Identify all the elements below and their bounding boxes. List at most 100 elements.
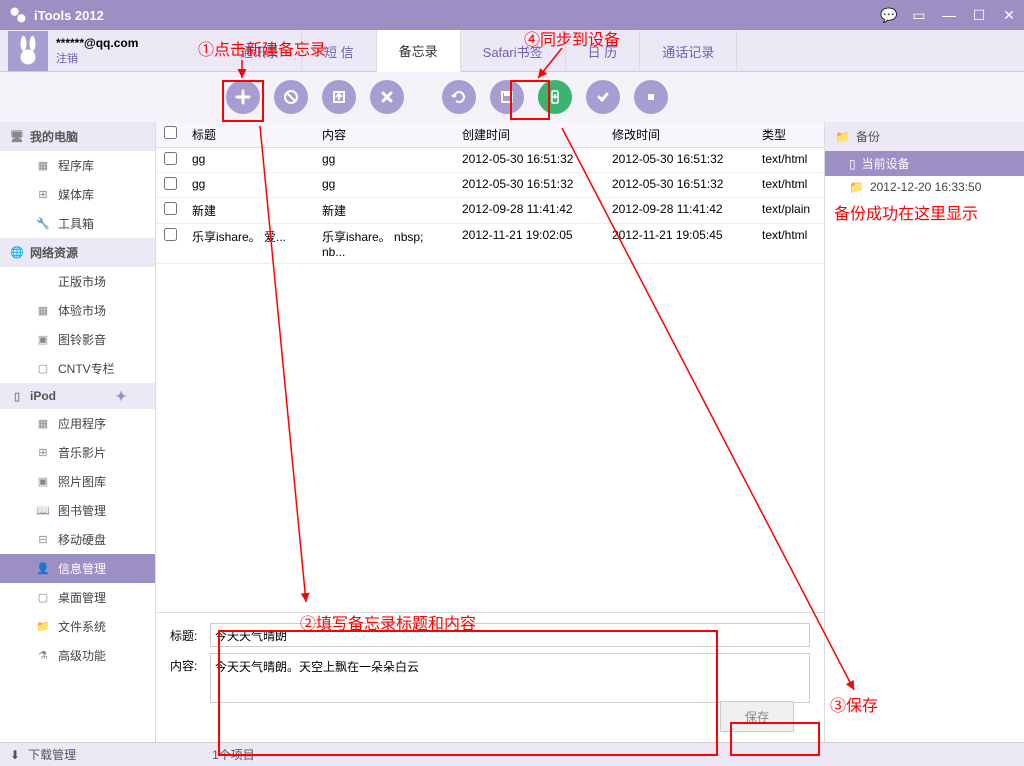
save-toolbar-button[interactable] <box>490 80 524 114</box>
row-checkbox[interactable] <box>164 228 177 241</box>
table-row[interactable]: 新建 新建 2012-09-28 11:41:42 2012-09-28 11:… <box>156 198 824 224</box>
sidebar-item-appstore[interactable]: 正版市场 <box>0 267 155 296</box>
wrench-icon: 🔧 <box>36 217 50 231</box>
sidebar-item-ringtones[interactable]: ▣图铃影音 <box>0 325 155 354</box>
sidebar: 🖥我的电脑 ▦程序库 ⊞媒体库 🔧工具箱 🌐网络资源 正版市场 ▦体验市场 ▣图… <box>0 122 156 742</box>
check-button[interactable] <box>586 80 620 114</box>
sidebar-item-files[interactable]: 📁文件系统 <box>0 612 155 641</box>
sidebar-item-media[interactable]: ⊞媒体库 <box>0 180 155 209</box>
save-button[interactable]: 保存 <box>720 701 794 732</box>
statusbar: ⬇ 下载管理 1个项目 <box>0 742 1024 766</box>
table-header: 标题 内容 创建时间 修改时间 类型 <box>156 122 824 148</box>
col-modified[interactable]: 修改时间 <box>604 122 754 147</box>
settings-icon[interactable]: ▭ <box>904 0 934 30</box>
row-checkbox[interactable] <box>164 202 177 215</box>
device-icon: ▯ <box>849 157 856 171</box>
col-checkbox[interactable] <box>156 122 184 147</box>
add-button[interactable] <box>226 80 260 114</box>
film-icon: ⊞ <box>36 446 50 460</box>
row-checkbox[interactable] <box>164 177 177 190</box>
tab-notes[interactable]: 备忘录 <box>377 30 461 72</box>
flask-icon: ⚗ <box>36 649 50 663</box>
col-created[interactable]: 创建时间 <box>454 122 604 147</box>
backup-panel: 📁备份 ▯当前设备 📁2012-12-20 16:33:50 <box>824 122 1024 742</box>
col-type[interactable]: 类型 <box>754 122 824 147</box>
grid-icon: ▦ <box>36 417 50 431</box>
desktop-icon: ▢ <box>36 591 50 605</box>
sidebar-item-programs[interactable]: ▦程序库 <box>0 151 155 180</box>
sidebar-item-desktop[interactable]: ▢桌面管理 <box>0 583 155 612</box>
maximize-button[interactable]: ☐ <box>964 0 994 30</box>
table-row[interactable]: gg gg 2012-05-30 16:51:32 2012-05-30 16:… <box>156 173 824 198</box>
sidebar-header-computer[interactable]: 🖥我的电脑 <box>0 122 155 151</box>
stop-button[interactable] <box>634 80 668 114</box>
sidebar-item-books[interactable]: 📖图书管理 <box>0 496 155 525</box>
content: 标题 内容 创建时间 修改时间 类型 gg gg 2012-05-30 16:5… <box>156 122 1024 742</box>
sidebar-item-trialstore[interactable]: ▦体验市场 <box>0 296 155 325</box>
tab-safari[interactable]: Safari书签 <box>461 30 566 72</box>
table-body: gg gg 2012-05-30 16:51:32 2012-05-30 16:… <box>156 148 824 264</box>
apple-icon <box>36 275 50 289</box>
account-email: ******@qq.com <box>56 36 138 50</box>
sidebar-item-photos[interactable]: ▣照片图库 <box>0 467 155 496</box>
sidebar-item-apps[interactable]: ▦应用程序 <box>0 409 155 438</box>
download-icon: ⬇ <box>10 748 20 762</box>
tab-contacts[interactable]: 通讯录 <box>218 30 302 72</box>
tab-calls[interactable]: 通话记录 <box>640 30 737 72</box>
table-area: 标题 内容 创建时间 修改时间 类型 gg gg 2012-05-30 16:5… <box>156 122 824 742</box>
minimize-button[interactable]: — <box>934 0 964 30</box>
title-label: 标题: <box>170 623 210 644</box>
sync-button[interactable] <box>538 80 572 114</box>
photo-icon: ▣ <box>36 475 50 489</box>
table-row[interactable]: 乐享ishare。 爱... 乐享ishare。 nbsp; nb... 201… <box>156 224 824 264</box>
content-label: 内容: <box>170 653 210 674</box>
tabs: 通讯录 短 信 备忘录 Safari书签 日 历 通话记录 <box>218 30 1024 71</box>
monitor-icon: 🖥 <box>10 130 24 144</box>
device-icon: ▯ <box>10 389 24 403</box>
globe-icon: 🌐 <box>10 246 24 260</box>
tab-sms[interactable]: 短 信 <box>302 30 377 72</box>
content-textarea[interactable]: 今天天气晴朗。天空上飘在一朵朵白云 <box>210 653 810 703</box>
backup-current-device[interactable]: ▯当前设备 <box>825 151 1024 176</box>
backup-header: 📁备份 <box>825 122 1024 151</box>
person-icon: 👤 <box>36 562 50 576</box>
close-button[interactable]: ✕ <box>994 0 1024 30</box>
folder-icon: 📁 <box>36 620 50 634</box>
grid-icon: ▦ <box>36 304 50 318</box>
editor-panel: 标题: 内容: 今天天气晴朗。天空上飘在一朵朵白云 保存 <box>156 612 824 742</box>
export-button[interactable] <box>322 80 356 114</box>
sidebar-item-disk[interactable]: ⊟移动硬盘 <box>0 525 155 554</box>
grid-icon: ▦ <box>36 159 50 173</box>
title-input[interactable] <box>210 623 810 647</box>
folder-icon: 📁 <box>849 180 864 194</box>
app-logo-icon <box>8 5 28 25</box>
sidebar-item-music[interactable]: ⊞音乐影片 <box>0 438 155 467</box>
sidebar-header-ipod[interactable]: ▯iPod✦ <box>0 383 155 409</box>
sidebar-item-info[interactable]: 👤信息管理 <box>0 554 155 583</box>
feedback-icon[interactable]: 💬 <box>874 0 904 30</box>
table-row[interactable]: gg gg 2012-05-30 16:51:32 2012-05-30 16:… <box>156 148 824 173</box>
main: 🖥我的电脑 ▦程序库 ⊞媒体库 🔧工具箱 🌐网络资源 正版市场 ▦体验市场 ▣图… <box>0 122 1024 742</box>
image-icon: ▣ <box>36 333 50 347</box>
delete-button[interactable] <box>274 80 308 114</box>
col-content[interactable]: 内容 <box>314 122 454 147</box>
sidebar-item-tools[interactable]: 🔧工具箱 <box>0 209 155 238</box>
disk-icon: ⊟ <box>36 533 50 547</box>
sidebar-item-cntv[interactable]: ▢CNTV专栏 <box>0 354 155 383</box>
header: ******@qq.com 注销 通讯录 短 信 备忘录 Safari书签 日 … <box>0 30 1024 72</box>
download-manager[interactable]: 下载管理 <box>28 746 76 763</box>
sidebar-header-network[interactable]: 🌐网络资源 <box>0 238 155 267</box>
sidebar-item-advanced[interactable]: ⚗高级功能 <box>0 641 155 670</box>
tab-calendar[interactable]: 日 历 <box>566 30 641 72</box>
film-icon: ⊞ <box>36 188 50 202</box>
refresh-button[interactable] <box>442 80 476 114</box>
folder-icon: 📁 <box>835 130 850 144</box>
col-title[interactable]: 标题 <box>184 122 314 147</box>
account-box: ******@qq.com 注销 <box>0 30 218 71</box>
row-checkbox[interactable] <box>164 152 177 165</box>
loading-icon: ✦ <box>115 388 127 405</box>
logout-link[interactable]: 注销 <box>56 50 138 66</box>
backup-item[interactable]: 📁2012-12-20 16:33:50 <box>825 176 1024 198</box>
tv-icon: ▢ <box>36 362 50 376</box>
cancel-button[interactable] <box>370 80 404 114</box>
